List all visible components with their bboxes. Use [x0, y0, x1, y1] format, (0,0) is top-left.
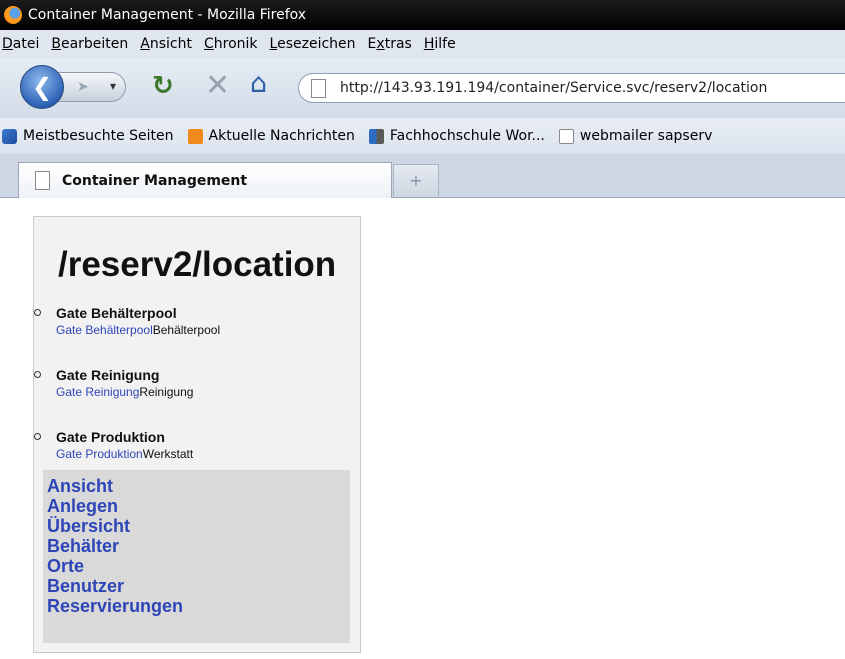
site-icon [368, 128, 384, 144]
menu-accel: C [204, 36, 214, 52]
menu-extras[interactable]: Extras [368, 36, 412, 52]
location-list: Gate Behälterpool Gate BehälterpoolBehäl… [34, 305, 360, 491]
location-link[interactable]: Gate Reinigung [56, 385, 139, 399]
list-item: Gate Reinigung Gate ReinigungReinigung [34, 367, 360, 429]
location-suffix: Behälterpool [152, 323, 221, 337]
navigation-toolbar: ➤ ▾ ❮ ↻ ✕ ⌂ http://143.93.191.194/contai… [0, 58, 845, 118]
nav-link-reservierungen[interactable]: Reservierungen [47, 596, 350, 616]
back-arrow-icon: ❮ [31, 73, 53, 101]
location-detail: Gate BehälterpoolBehälterpool [56, 322, 360, 339]
location-suffix: Reinigung [139, 385, 194, 399]
back-button[interactable]: ❮ [20, 65, 64, 109]
bookmarks-toolbar: Meistbesuchte Seiten Aktuelle Nachrichte… [0, 118, 845, 154]
menu-label-rest: ilfe [434, 36, 456, 52]
location-name: Gate Behälterpool [56, 305, 177, 321]
menu-accel: B [51, 36, 61, 52]
navigation-menu: Ansicht Anlegen Übersicht Behälter Orte … [43, 470, 350, 643]
menu-label-rest: nsicht [149, 36, 192, 52]
menu-accel: D [2, 36, 13, 52]
page-title: /reserv2/location [58, 245, 337, 284]
location-link[interactable]: Gate Behälterpool [56, 323, 153, 337]
bookmark-fachhochschule[interactable]: Fachhochschule Wor... [368, 128, 545, 144]
search-icon [2, 128, 17, 144]
nav-link-uebersicht[interactable]: Übersicht [47, 516, 350, 536]
menu-accel: A [140, 36, 150, 52]
menu-accel: L [269, 36, 278, 52]
bullet-icon [34, 371, 41, 378]
menu-lesezeichen[interactable]: Lesezeichen [270, 36, 356, 52]
plus-icon: + [409, 171, 423, 190]
menu-label-rest: atei [12, 36, 40, 52]
nav-link-anlegen[interactable]: Anlegen [47, 496, 350, 516]
menu-label-rest: esezeichen [277, 36, 356, 52]
forward-button[interactable]: ➤ ▾ [56, 72, 126, 102]
location-name: Gate Produktion [56, 429, 165, 445]
location-name: Gate Reinigung [56, 367, 160, 383]
page-icon [558, 128, 574, 144]
menu-accel: x [376, 36, 385, 52]
url-bar[interactable]: http://143.93.191.194/container/Service.… [298, 73, 845, 103]
bookmark-aktuelle-nachrichten[interactable]: Aktuelle Nachrichten [187, 128, 355, 144]
menu-label-rest: earbeiten [60, 36, 129, 52]
window-titlebar: Container Management - Mozilla Firefox [0, 0, 845, 30]
history-dropdown-icon[interactable]: ▾ [110, 79, 116, 93]
menu-bar: Datei Bearbeiten Ansicht Chronik Lesezei… [0, 30, 845, 58]
bookmark-label: webmailer sapserv [579, 128, 713, 144]
nav-link-benutzer[interactable]: Benutzer [47, 576, 350, 596]
menu-chronik[interactable]: Chronik [204, 36, 258, 52]
home-icon[interactable]: ⌂ [250, 68, 267, 99]
stop-icon[interactable]: ✕ [205, 68, 230, 103]
location-detail: Gate ProduktionWerkstatt [56, 446, 360, 463]
nav-link-orte[interactable]: Orte [47, 556, 350, 576]
bookmark-webmailer[interactable]: webmailer sapserv [558, 128, 713, 144]
new-tab-button[interactable]: + [393, 164, 439, 196]
bullet-icon [34, 433, 41, 440]
page-content: /reserv2/location Gate Behälterpool Gate… [0, 198, 845, 659]
page-icon [311, 78, 326, 98]
menu-datei[interactable]: Datei [2, 36, 39, 52]
menu-label-rest: tras [384, 36, 412, 52]
menu-accel: H [423, 36, 435, 52]
menu-hilfe[interactable]: Hilfe [424, 36, 456, 52]
forward-arrow-icon: ➤ [77, 79, 89, 95]
nav-link-behaelter[interactable]: Behälter [47, 536, 350, 556]
location-panel: /reserv2/location Gate Behälterpool Gate… [33, 216, 361, 653]
firefox-logo-icon [4, 6, 22, 24]
bookmark-meistbesuchte-seiten[interactable]: Meistbesuchte Seiten [2, 128, 174, 144]
url-text[interactable]: http://143.93.191.194/container/Service.… [340, 80, 767, 96]
tab-container-management[interactable]: Container Management [18, 162, 392, 198]
bullet-icon [34, 309, 41, 316]
tab-label: Container Management [62, 172, 248, 189]
page-icon [35, 171, 50, 190]
location-suffix: Werkstatt [142, 447, 194, 461]
menu-ansicht[interactable]: Ansicht [140, 36, 192, 52]
location-link[interactable]: Gate Produktion [56, 447, 143, 461]
bookmark-label: Fachhochschule Wor... [389, 128, 545, 144]
window-title: Container Management - Mozilla Firefox [28, 7, 307, 23]
menu-bearbeiten[interactable]: Bearbeiten [51, 36, 128, 52]
location-detail: Gate ReinigungReinigung [56, 384, 360, 401]
nav-link-ansicht[interactable]: Ansicht [47, 476, 350, 496]
menu-label-rest: hronik [213, 36, 258, 52]
bookmark-label: Meistbesuchte Seiten [23, 128, 174, 144]
list-item: Gate Behälterpool Gate BehälterpoolBehäl… [34, 305, 360, 367]
rss-icon [187, 128, 203, 144]
bookmark-label: Aktuelle Nachrichten [208, 128, 355, 144]
reload-icon[interactable]: ↻ [152, 71, 174, 101]
tab-strip: Container Management + [0, 154, 845, 198]
